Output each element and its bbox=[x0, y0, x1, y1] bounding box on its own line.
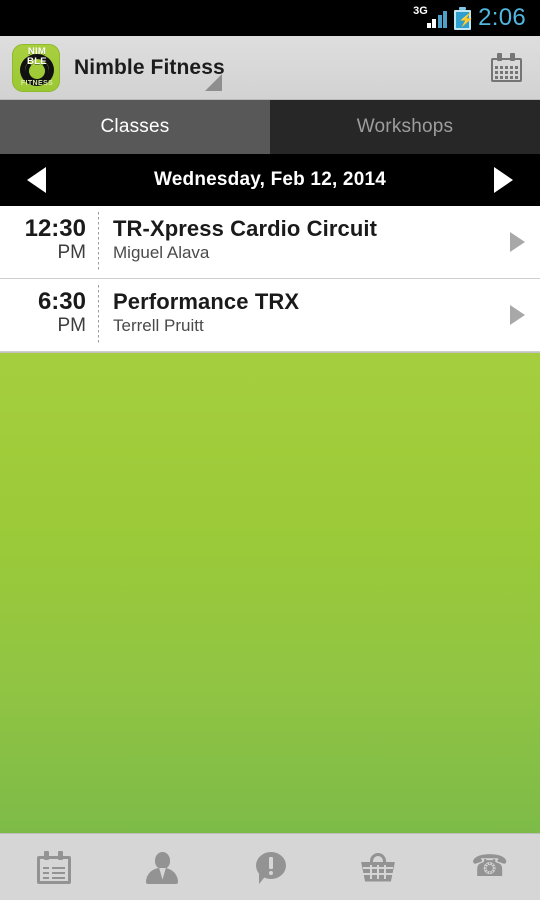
signal-strength-bars bbox=[426, 11, 448, 28]
calendar-button[interactable] bbox=[484, 46, 528, 90]
class-time: 6:30 PM bbox=[0, 279, 98, 351]
previous-day-button[interactable] bbox=[14, 160, 58, 200]
nav-alerts-button[interactable] bbox=[230, 841, 310, 893]
class-time-value: 12:30 bbox=[24, 215, 86, 242]
class-name: Performance TRX bbox=[113, 289, 300, 314]
page-title[interactable]: Nimble Fitness bbox=[74, 56, 225, 80]
date-navigation-bar: Wednesday, Feb 12, 2014 bbox=[0, 154, 540, 206]
next-day-arrow-icon bbox=[494, 167, 514, 193]
nav-schedule-button[interactable] bbox=[14, 841, 94, 893]
row-arrow-icon bbox=[509, 305, 525, 325]
class-details: TR-Xpress Cardio Circuit Miguel Alava bbox=[99, 206, 494, 278]
status-bar-clock: 2:06 bbox=[478, 4, 526, 31]
class-time: 12:30 PM bbox=[0, 206, 98, 278]
row-arrow-button[interactable] bbox=[494, 206, 540, 278]
table-row[interactable]: 12:30 PM TR-Xpress Cardio Circuit Miguel… bbox=[0, 206, 540, 279]
battery-charging-icon: ⚡ bbox=[454, 6, 475, 30]
logo-wordmark: NIM BLE bbox=[13, 45, 59, 67]
schedule-icon bbox=[37, 850, 71, 884]
action-bar: NIM BLE FITNESS Nimble Fitness bbox=[0, 36, 540, 100]
current-date-label: Wednesday, Feb 12, 2014 bbox=[153, 169, 386, 190]
signal-bars-icon: 3G bbox=[413, 5, 448, 30]
class-instructor: Miguel Alava bbox=[113, 243, 210, 262]
network-type-label: 3G bbox=[413, 5, 428, 17]
calendar-icon bbox=[490, 53, 522, 82]
nav-phone-button[interactable]: ☎ bbox=[446, 841, 526, 893]
app-root: 3G ⚡ 2:06 NIM BLE FITNESS Nimble Fitness bbox=[0, 0, 540, 900]
tab-workshops[interactable]: Workshops bbox=[270, 100, 540, 154]
class-time-meridiem: PM bbox=[57, 242, 87, 263]
phone-icon: ☎ bbox=[471, 849, 509, 883]
row-arrow-button[interactable] bbox=[494, 279, 540, 351]
class-instructor: Terrell Pruitt bbox=[113, 316, 204, 335]
class-details: Performance TRX Terrell Pruitt bbox=[99, 279, 494, 351]
table-row[interactable]: 6:30 PM Performance TRX Terrell Pruitt bbox=[0, 279, 540, 352]
class-list: 12:30 PM TR-Xpress Cardio Circuit Miguel… bbox=[0, 206, 540, 352]
logo-subtext: FITNESS bbox=[20, 79, 54, 87]
nav-shop-button[interactable] bbox=[338, 841, 418, 893]
class-time-meridiem: PM bbox=[57, 315, 87, 336]
dropdown-caret-icon[interactable] bbox=[205, 74, 222, 91]
status-bar: 3G ⚡ 2:06 bbox=[0, 0, 540, 36]
class-name: TR-Xpress Cardio Circuit bbox=[113, 216, 378, 241]
profile-icon bbox=[146, 851, 178, 884]
previous-day-arrow-icon bbox=[26, 167, 46, 193]
logo-line-1: NIM bbox=[27, 45, 47, 57]
tab-bar: Classes Workshops bbox=[0, 100, 540, 154]
nimble-fitness-logo: NIM BLE FITNESS bbox=[12, 43, 60, 92]
nav-profile-button[interactable] bbox=[122, 841, 202, 893]
empty-content-area bbox=[0, 352, 540, 833]
row-arrow-icon bbox=[509, 232, 525, 252]
class-time-value: 6:30 bbox=[37, 288, 86, 315]
next-day-button[interactable] bbox=[482, 160, 526, 200]
bottom-navigation-bar: ☎ bbox=[0, 833, 540, 900]
tab-classes[interactable]: Classes bbox=[0, 100, 270, 154]
logo-line-2: BLE bbox=[27, 55, 47, 67]
shop-basket-icon bbox=[361, 852, 395, 882]
alerts-icon bbox=[254, 851, 287, 884]
charging-bolt-icon: ⚡ bbox=[458, 11, 475, 27]
